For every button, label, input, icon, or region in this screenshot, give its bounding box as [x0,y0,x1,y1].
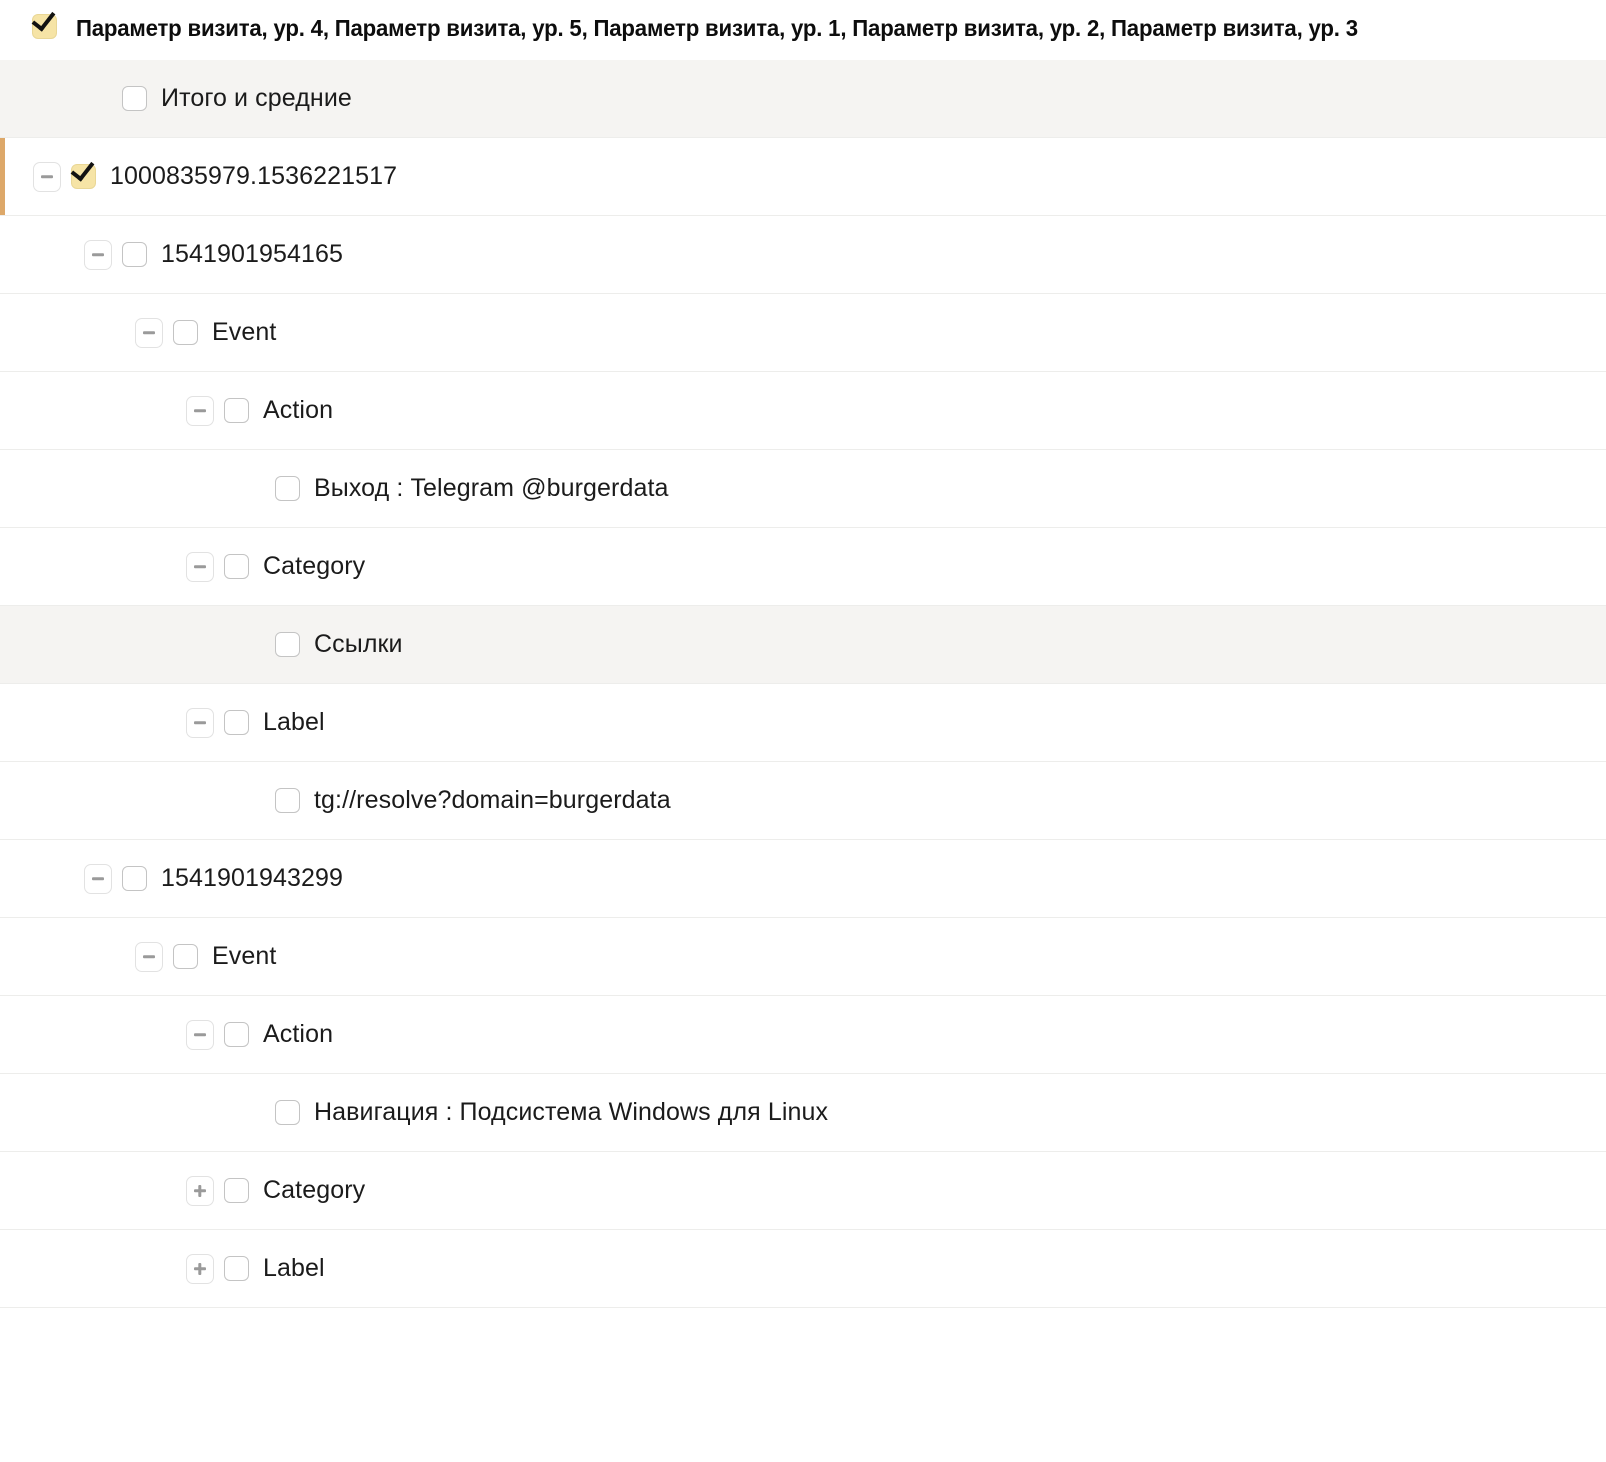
collapse-minus-icon[interactable] [186,707,214,738]
collapse-minus-icon[interactable] [84,239,112,270]
expand-plus-icon[interactable] [186,1253,214,1284]
row-label: Итого и средние [161,84,352,112]
collapse-minus-icon[interactable] [84,863,112,894]
row-label: 1000835979.1536221517 [110,162,398,190]
tree-row[interactable]: Выход : Telegram @burgerdata [0,450,1606,528]
row-checkbox[interactable] [173,944,198,969]
tree-row[interactable]: 1541901954165 [0,216,1606,294]
header-select-all-checkbox[interactable] [32,14,57,39]
header-selection-bar: Параметр визита, ур. 4, Параметр визита,… [0,0,1606,60]
tree-row[interactable]: Label [0,1230,1606,1308]
row-checkbox[interactable] [224,1178,249,1203]
expander-placeholder [237,630,265,660]
row-checkbox[interactable] [275,1100,300,1125]
dimension-tree: Итого и средние 1000835979.1536221517 1541… [0,60,1606,1308]
tree-row[interactable]: Category [0,1152,1606,1230]
tree-row[interactable]: tg://resolve?domain=burgerdata [0,762,1606,840]
row-checkbox[interactable] [122,242,147,267]
row-checkbox[interactable] [224,398,249,423]
tree-row[interactable]: Label [0,684,1606,762]
row-checkbox[interactable] [224,710,249,735]
row-label: Action [263,396,334,424]
row-label: tg://resolve?domain=burgerdata [314,786,671,814]
collapse-minus-icon[interactable] [135,317,163,348]
tree-row[interactable]: Action [0,996,1606,1074]
row-label: Event [212,942,277,970]
expander-placeholder [237,786,265,816]
collapse-minus-icon[interactable] [186,395,214,426]
row-checkbox[interactable] [224,1022,249,1047]
row-label: Навигация : Подсистема Windows для Linux [314,1098,829,1126]
collapse-minus-icon[interactable] [135,941,163,972]
expander-placeholder [84,84,112,114]
row-checkbox[interactable] [275,632,300,657]
row-checkbox[interactable] [224,554,249,579]
row-checkbox[interactable] [71,164,96,189]
expander-placeholder [237,1098,265,1128]
tree-row[interactable]: Навигация : Подсистема Windows для Linux [0,1074,1606,1152]
collapse-minus-icon[interactable] [33,161,61,192]
row-label: Event [212,318,277,346]
tree-row[interactable]: Action [0,372,1606,450]
tree-row[interactable]: Event [0,918,1606,996]
row-label: Category [263,1176,366,1204]
row-label: Ссылки [314,630,403,658]
expander-placeholder [237,474,265,504]
collapse-minus-icon[interactable] [186,551,214,582]
tree-row[interactable]: 1541901943299 [0,840,1606,918]
row-label: Label [263,1254,325,1282]
row-checkbox[interactable] [275,788,300,813]
tree-row[interactable]: Category [0,528,1606,606]
tree-row[interactable]: Ссылки [0,606,1606,684]
row-label: Выход : Telegram @burgerdata [314,474,669,502]
tree-row[interactable]: Event [0,294,1606,372]
expand-plus-icon[interactable] [186,1175,214,1206]
header-dimensions-label: Параметр визита, ур. 4, Параметр визита,… [76,15,1358,41]
collapse-minus-icon[interactable] [186,1019,214,1050]
row-checkbox[interactable] [173,320,198,345]
tree-row[interactable]: Итого и средние [0,60,1606,138]
row-label: 1541901954165 [161,240,344,268]
row-label: Category [263,552,366,580]
row-label: Label [263,708,325,736]
row-checkbox[interactable] [122,86,147,111]
row-label: Action [263,1020,334,1048]
row-checkbox[interactable] [122,866,147,891]
row-label: 1541901943299 [161,864,344,892]
row-checkbox[interactable] [275,476,300,501]
tree-row[interactable]: 1000835979.1536221517 [0,138,1606,216]
row-checkbox[interactable] [224,1256,249,1281]
